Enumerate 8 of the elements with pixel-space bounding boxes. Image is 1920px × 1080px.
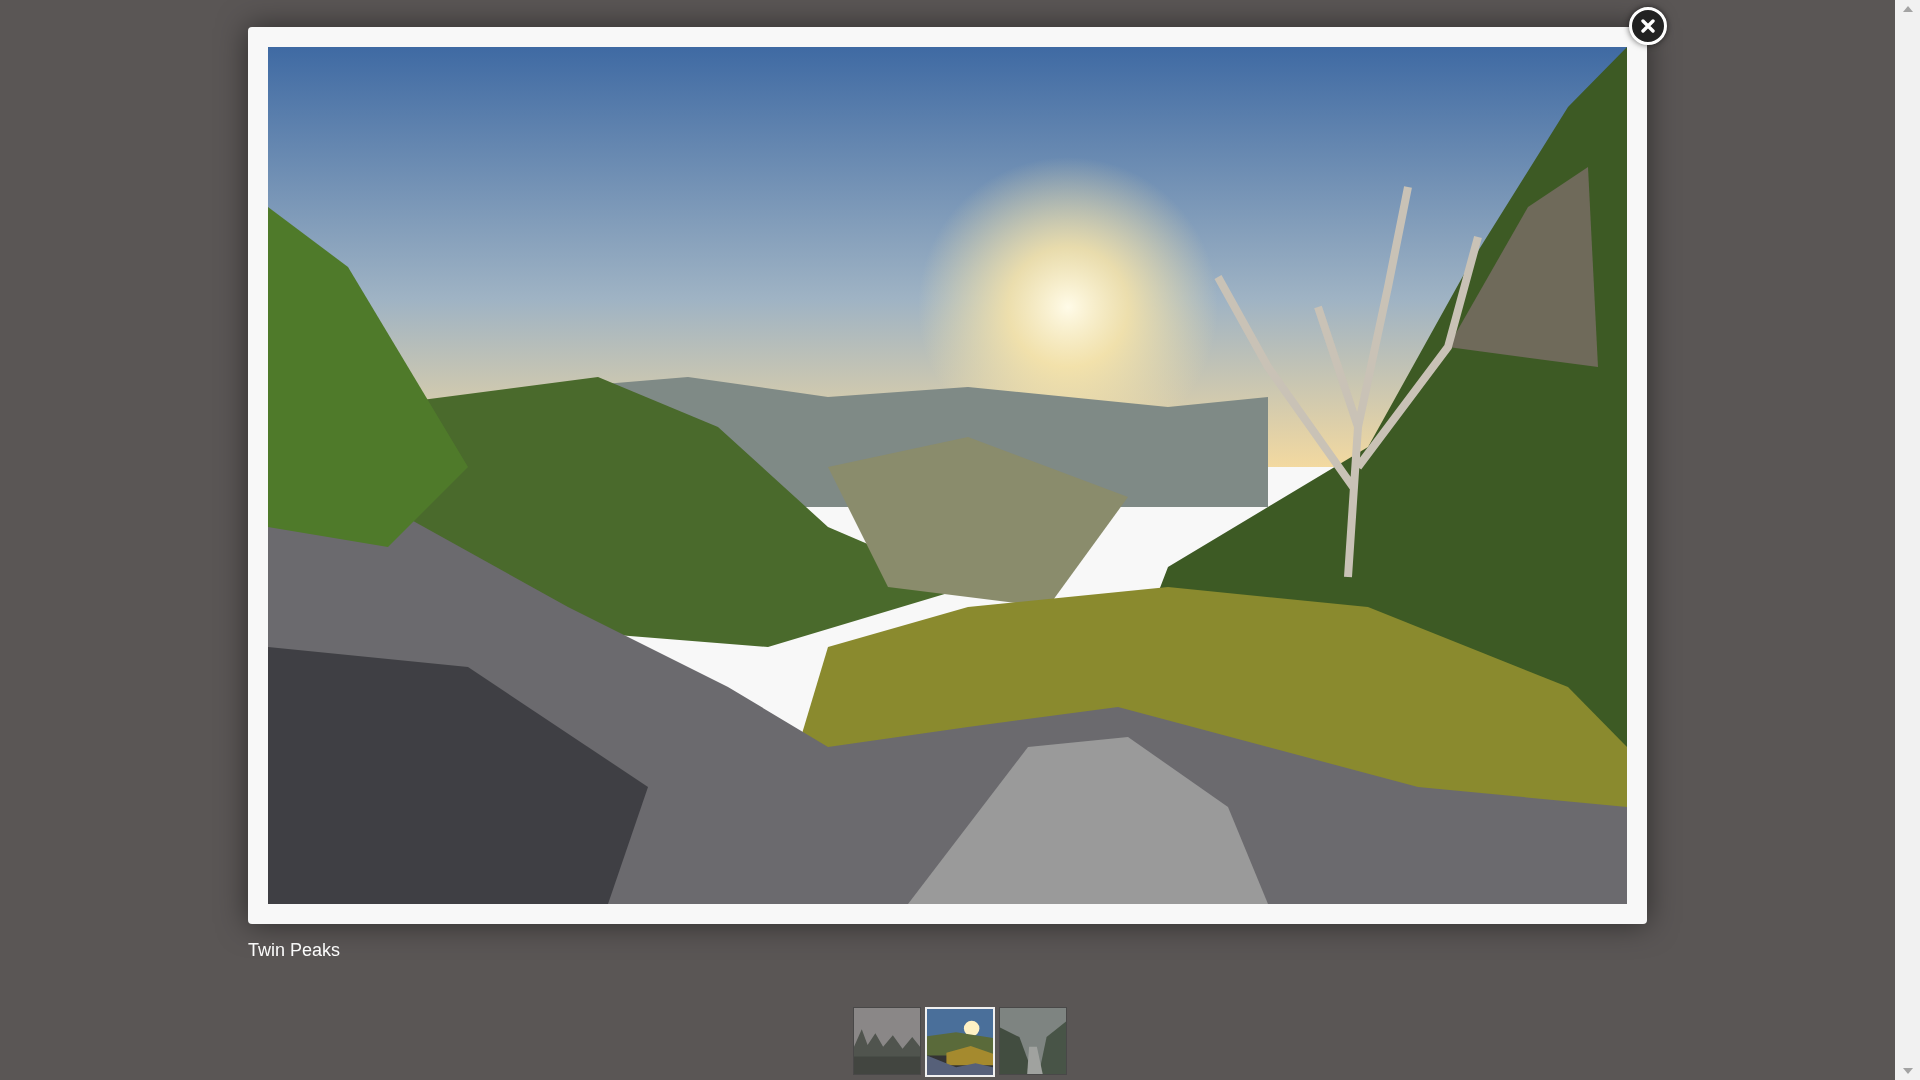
scrollbar[interactable]	[1895, 0, 1920, 1080]
thumbnail[interactable]	[853, 1007, 921, 1075]
image-caption: Twin Peaks	[248, 940, 341, 960]
scroll-up-icon[interactable]	[1902, 6, 1913, 12]
close-icon	[1641, 19, 1655, 33]
scroll-down-icon[interactable]	[1902, 1068, 1913, 1074]
close-button[interactable]	[1629, 7, 1667, 45]
thumbnail[interactable]	[999, 1007, 1067, 1075]
